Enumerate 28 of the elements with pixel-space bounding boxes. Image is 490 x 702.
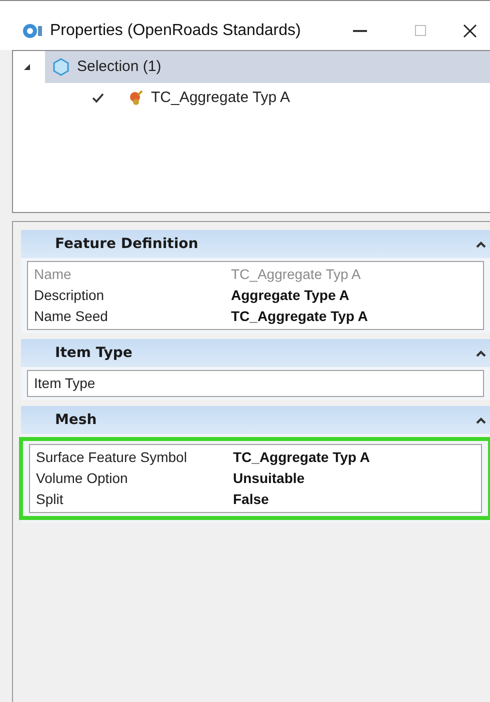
property-value: False (233, 490, 269, 509)
expanded-triangle-icon[interactable] (23, 63, 31, 71)
property-value: TC_Aggregate Typ A (231, 307, 368, 326)
app-icon (22, 22, 44, 38)
section-header[interactable]: Mesh (21, 406, 490, 434)
property-label: Name (33, 265, 72, 284)
property-label: Name Seed (33, 307, 109, 326)
close-icon (463, 24, 477, 38)
collapse-chevron-icon (476, 240, 486, 248)
window-title: Properties (OpenRoads Standards) (50, 20, 301, 40)
tree-item[interactable]: Selection (1) (45, 51, 490, 83)
checkbox[interactable] (91, 91, 105, 105)
property-label: Item Type (33, 374, 96, 393)
property-value: Unsuitable (233, 469, 305, 488)
section-header[interactable]: Feature Definition (21, 230, 490, 258)
section-header[interactable]: Item Type (21, 339, 490, 367)
tree-item-label[interactable]: TC_Aggregate Typ A (151, 86, 290, 110)
property-value: TC_Aggregate Typ A (231, 265, 361, 284)
property-value: TC_Aggregate Typ A (233, 448, 370, 467)
property-value: Aggregate Type A (231, 286, 350, 305)
property-label: Surface Feature Symbol (35, 448, 188, 467)
collapse-chevron-icon (476, 416, 486, 424)
cube-icon (51, 57, 71, 77)
collapse-chevron-icon (476, 350, 486, 356)
property-label: Split (35, 490, 64, 509)
property-label: Description (33, 286, 106, 305)
feature-icon (129, 90, 143, 106)
property-label: Volume Option (35, 469, 129, 488)
